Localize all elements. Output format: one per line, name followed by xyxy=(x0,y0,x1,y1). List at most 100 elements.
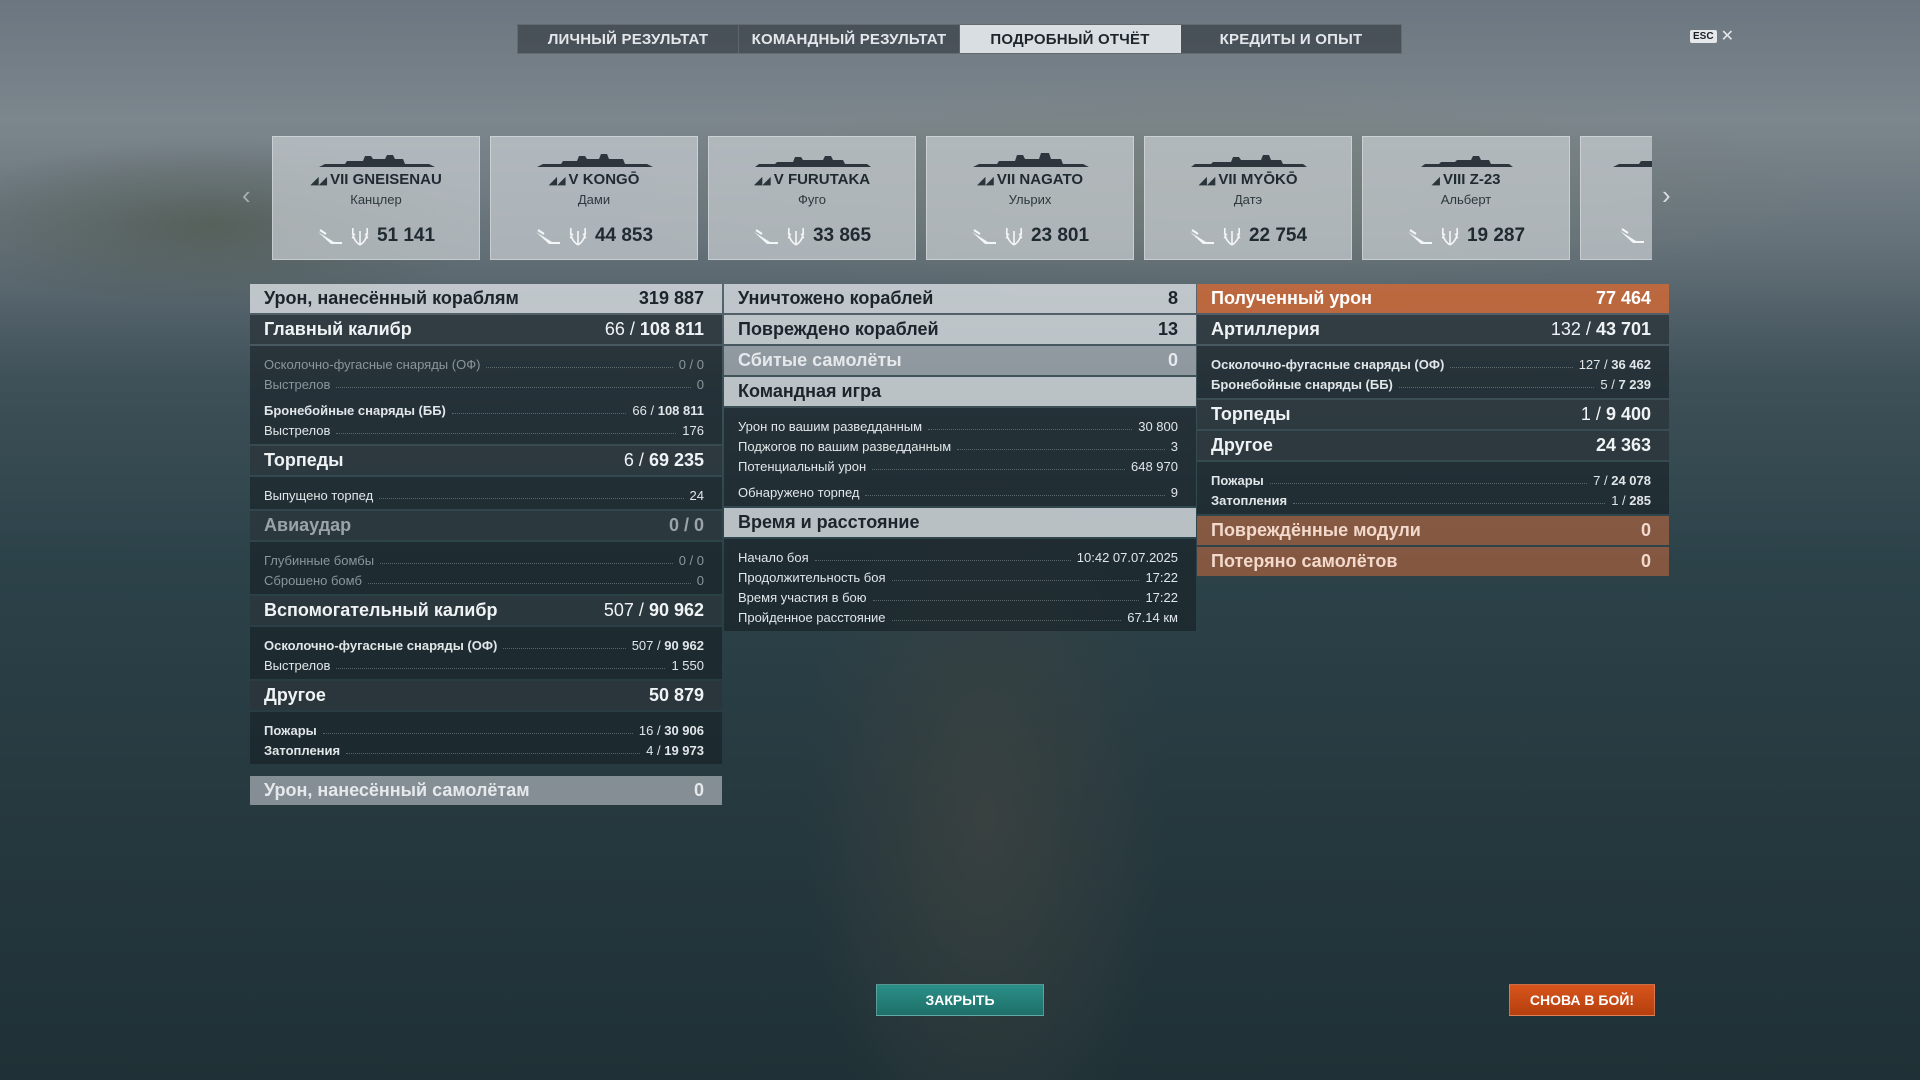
stat-line: Поджогов по вашим разведданным 3 xyxy=(738,439,1178,454)
laurel-damage-icon xyxy=(787,227,805,246)
stat-line: Бронебойные снаряды (ББ) 66 / 108 811 xyxy=(264,403,704,418)
damage-received-header: Полученный урон 77 464 xyxy=(1197,284,1669,313)
player-name: Дами xyxy=(577,192,611,207)
nation-flag-icon: ◢ xyxy=(1431,175,1440,187)
ship-card[interactable]: ◢◢ VII NAGATO Ульрих 23 801 xyxy=(926,136,1134,260)
stat-line: Выстрелов 176 xyxy=(264,423,704,438)
stat-line: Осколочно-фугасные снаряды (ОФ) 0 / 0 xyxy=(264,357,704,372)
player-name: Ульрих xyxy=(1008,192,1052,207)
main-battery-header: Главный калибр 66 / 108 811 xyxy=(250,315,722,344)
ship-tier: VIII xyxy=(1442,171,1466,188)
stat-line: Пройденное расстояние 67.14 км xyxy=(738,610,1178,625)
chevron-left-icon[interactable]: ‹ xyxy=(242,180,251,211)
damage-dealt-panel: Урон, нанесённый кораблям 319 887 Главны… xyxy=(250,284,722,807)
tab-team-result[interactable]: КОМАНДНЫЙ РЕЗУЛЬТАТ xyxy=(739,25,960,53)
artillery-header: Артиллерия 132 / 43 701 xyxy=(1197,315,1669,344)
ship-destroyed-icon xyxy=(1407,229,1432,244)
stat-line: Урон по вашим разведданным 30 800 xyxy=(738,419,1178,434)
stat-line: Потенциальный урон 648 970 xyxy=(738,459,1178,474)
damage-received-panel: Полученный урон 77 464 Артиллерия 132 / … xyxy=(1197,284,1669,578)
ship-destroyed-icon xyxy=(753,229,778,244)
airstrike-header: Авиаудар 0 / 0 xyxy=(250,511,722,540)
esc-close-button[interactable]: ESC ✕ xyxy=(1690,26,1734,46)
stat-line: Осколочно-фугасные снаряды (ОФ) 127 / 36 … xyxy=(1211,357,1651,372)
nation-flag-icon: ◢◢ xyxy=(753,175,771,187)
torpedoes-details: Выпущено торпед 24 xyxy=(250,477,722,509)
laurel-damage-icon xyxy=(569,227,587,246)
battle-again-button[interactable]: СНОВА В БОЙ! xyxy=(1509,984,1655,1016)
ship-destroyed-icon xyxy=(971,229,996,244)
damage-to-ships-header: Урон, нанесённый кораблям 319 887 xyxy=(250,284,722,313)
tab-personal-result[interactable]: ЛИЧНЫЙ РЕЗУЛЬТАТ xyxy=(518,25,739,53)
stat-line: Осколочно-фугасные снаряды (ОФ) 507 / 90 … xyxy=(264,638,704,653)
chevron-right-icon[interactable]: › xyxy=(1662,180,1671,211)
ship-destroyed-icon xyxy=(535,229,560,244)
stat-line: Выстрелов 1 550 xyxy=(264,658,704,673)
ships-destroyed-header: Уничтожено кораблей 8 xyxy=(724,284,1196,313)
secondary-battery-header: Вспомогательный калибр 507 / 90 962 xyxy=(250,596,722,625)
secondary-battery-details: Осколочно-фугасные снаряды (ОФ) 507 / 90 … xyxy=(250,627,722,679)
torpedoes-header: Торпеды 6 / 69 235 xyxy=(250,446,722,475)
airstrike-details: Глубинные бомбы 0 / 0 Сброшено бомб 0 xyxy=(250,542,722,594)
player-name: Фуго xyxy=(797,192,827,207)
main-battery-details: Осколочно-фугасные снаряды (ОФ) 0 / 0 Выс… xyxy=(250,346,722,444)
close-button[interactable]: ЗАКРЫТЬ xyxy=(876,984,1044,1016)
damage-to-planes-header: Урон, нанесённый самолётам 0 xyxy=(250,776,722,805)
ship-score: 19 287 xyxy=(1466,225,1526,246)
planes-lost-header: Потеряно самолётов 0 xyxy=(1197,547,1669,576)
ship-name: NAGATO xyxy=(1019,171,1084,188)
ship-tier: VII xyxy=(996,171,1016,188)
ship-card[interactable]: ◢◢ V FURUTAKA Фуго 33 865 xyxy=(708,136,916,260)
esc-key-label: ESC xyxy=(1690,29,1717,43)
ship-carousel: ◢◢ VII GNEISENAU Канцлер 51 141 ◢◢ V KONGŌ… xyxy=(272,136,1652,260)
damaged-modules-header: Повреждённые модули 0 xyxy=(1197,516,1669,545)
ship-tier: V xyxy=(773,171,784,188)
artillery-details: Осколочно-фугасные снаряды (ОФ) 127 / 36 … xyxy=(1197,346,1669,398)
result-tabs: ЛИЧНЫЙ РЕЗУЛЬТАТ КОМАНДНЫЙ РЕЗУЛЬТАТ ПОД… xyxy=(517,24,1402,54)
nation-flag-icon: ◢◢ xyxy=(976,175,994,187)
stat-line: Затопления 4 / 19 973 xyxy=(264,743,704,758)
nation-flag-icon: ◢◢ xyxy=(1198,175,1216,187)
stat-line: Выпущено торпед 24 xyxy=(264,488,704,503)
ship-silhouette-icon xyxy=(1613,161,1652,167)
ship-card[interactable]: ◢◢ VII MYŌKŌ Датэ 22 754 xyxy=(1144,136,1352,260)
ship-score: 51 141 xyxy=(376,225,436,246)
teamplay-header: Командная игра xyxy=(724,377,1196,406)
ship-tier: VII xyxy=(330,171,349,188)
ship-silhouette-icon xyxy=(1421,156,1513,167)
other-received-header: Другое 24 363 xyxy=(1197,431,1669,460)
other-damage-details: Пожары 16 / 30 906 Затопления 4 / 19 973 xyxy=(250,712,722,764)
ship-card[interactable]: ◢ VIII Z-23 Альберт 19 287 xyxy=(1362,136,1570,260)
ship-card[interactable]: ◢◢ V KONGŌ Дами 44 853 xyxy=(490,136,698,260)
ship-destroyed-icon xyxy=(317,229,342,244)
stat-line: Выстрелов 0 xyxy=(264,377,704,392)
ships-damaged-header: Повреждено кораблей 13 xyxy=(724,315,1196,344)
ship-name: Z-23 xyxy=(1469,171,1501,188)
teamplay-details: Урон по вашим разведданным 30 800 Поджого… xyxy=(724,408,1196,506)
stat-line: Пожары 16 / 30 906 xyxy=(264,723,704,738)
ship-name: MYŌKŌ xyxy=(1240,171,1298,188)
ship-card[interactable]: ◢◢ VII GNEISENAU Канцлер 51 141 xyxy=(272,136,480,260)
nation-flag-icon: ◢◢ xyxy=(548,175,566,187)
ship-silhouette-icon xyxy=(973,153,1089,167)
ship-name: KONGŌ xyxy=(582,171,640,188)
ship-score: 44 853 xyxy=(594,225,654,246)
laurel-damage-icon xyxy=(1223,227,1241,246)
ship-card-partial[interactable] xyxy=(1580,136,1652,260)
ship-score: 22 754 xyxy=(1248,225,1308,246)
stat-line: Время участия в бою 17:22 xyxy=(738,590,1178,605)
combat-summary-panel: Уничтожено кораблей 8 Повреждено корабле… xyxy=(724,284,1196,633)
laurel-damage-icon xyxy=(1005,227,1023,246)
stat-line: Обнаружено торпед 9 xyxy=(738,485,1178,500)
tab-detailed-report[interactable]: ПОДРОБНЫЙ ОТЧЁТ xyxy=(960,25,1181,53)
ship-silhouette-icon xyxy=(755,156,871,167)
ship-silhouette-icon xyxy=(537,154,653,167)
ship-destroyed-icon xyxy=(1620,228,1644,243)
stat-line: Затопления 1 / 285 xyxy=(1211,493,1651,508)
ship-tier: VII xyxy=(1218,171,1237,188)
torpedoes-received-header: Торпеды 1 / 9 400 xyxy=(1197,400,1669,429)
ship-tier: V xyxy=(568,171,579,188)
nation-flag-icon: ◢◢ xyxy=(310,175,328,187)
tab-credits-xp[interactable]: КРЕДИТЫ И ОПЫТ xyxy=(1181,25,1401,53)
stat-line: Глубинные бомбы 0 / 0 xyxy=(264,553,704,568)
